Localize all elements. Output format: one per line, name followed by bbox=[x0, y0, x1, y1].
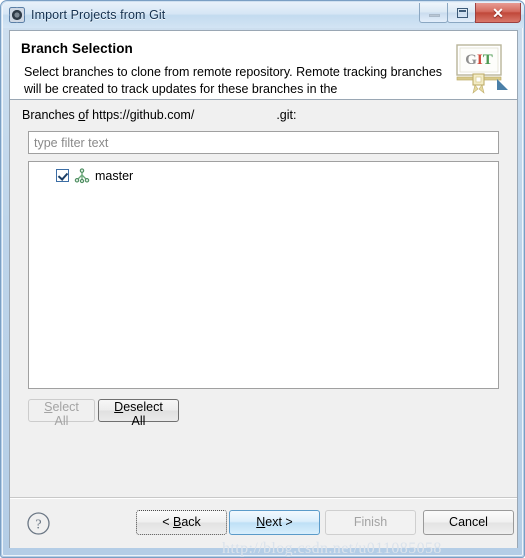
finish-button[interactable]: Finish bbox=[325, 510, 416, 535]
cancel-label-mnemonic: C bbox=[449, 515, 459, 529]
window-controls: ✕ bbox=[419, 3, 521, 23]
next-label-mnemonic: N bbox=[256, 515, 266, 529]
select-all-button[interactable]: Select All bbox=[28, 399, 95, 428]
branches-tree[interactable]: master bbox=[28, 161, 499, 389]
branches-label: Branches of https://github.com/.git: bbox=[22, 108, 296, 122]
wizard-body: Branches of https://github.com/.git: typ… bbox=[10, 100, 517, 548]
branches-label-end: .git: bbox=[276, 108, 297, 122]
tree-row[interactable]: master bbox=[29, 166, 498, 185]
filter-input[interactable] bbox=[28, 131, 499, 154]
cancel-label-post: ancel bbox=[458, 515, 488, 529]
window-title: Import Projects from Git bbox=[31, 8, 166, 22]
restore-button[interactable] bbox=[447, 3, 476, 23]
close-icon: ✕ bbox=[492, 5, 504, 21]
page-title: Branch Selection bbox=[21, 41, 133, 56]
next-label-post: ext > bbox=[265, 515, 293, 529]
minimize-icon bbox=[429, 14, 440, 17]
next-button[interactable]: Next > bbox=[229, 510, 320, 535]
git-certificate-logo: GIT bbox=[451, 37, 509, 95]
dialog-window: Import Projects from Git ✕ Branch Select… bbox=[0, 0, 525, 558]
title-bar: Import Projects from Git ✕ bbox=[3, 2, 524, 28]
back-label-pre: < bbox=[162, 515, 173, 529]
restore-icon bbox=[457, 8, 468, 18]
page-description: Select branches to clone from remote rep… bbox=[24, 65, 443, 96]
svg-text:?: ? bbox=[35, 518, 41, 533]
branch-name: master bbox=[95, 168, 134, 183]
branch-checkbox[interactable] bbox=[56, 169, 69, 182]
git-branch-icon bbox=[74, 167, 90, 184]
help-icon[interactable]: ? bbox=[26, 511, 51, 536]
button-bar-separator bbox=[10, 497, 517, 499]
wizard-header: Branch Selection Select branches to clon… bbox=[10, 31, 517, 100]
branches-label-suffix: f https://github.com/ bbox=[85, 108, 195, 122]
finish-label-post: inish bbox=[361, 515, 388, 529]
close-button[interactable]: ✕ bbox=[475, 3, 521, 23]
branches-label-prefix: Branches bbox=[22, 108, 79, 122]
deselect-all-mnemonic: D bbox=[114, 400, 124, 414]
eclipse-gear-icon bbox=[9, 7, 25, 23]
dialog-client-area: Branch Selection Select branches to clon… bbox=[9, 30, 518, 548]
minimize-button[interactable] bbox=[419, 3, 448, 23]
back-button[interactable]: < Back bbox=[136, 510, 227, 535]
deselect-all-button[interactable]: Deselect All bbox=[98, 399, 179, 428]
cancel-button[interactable]: Cancel bbox=[423, 510, 514, 535]
svg-text:GIT: GIT bbox=[465, 52, 493, 68]
deselect-all-label: eselect All bbox=[123, 400, 163, 428]
back-label-post: ack bbox=[181, 515, 201, 529]
select-all-label: elect All bbox=[52, 400, 79, 428]
